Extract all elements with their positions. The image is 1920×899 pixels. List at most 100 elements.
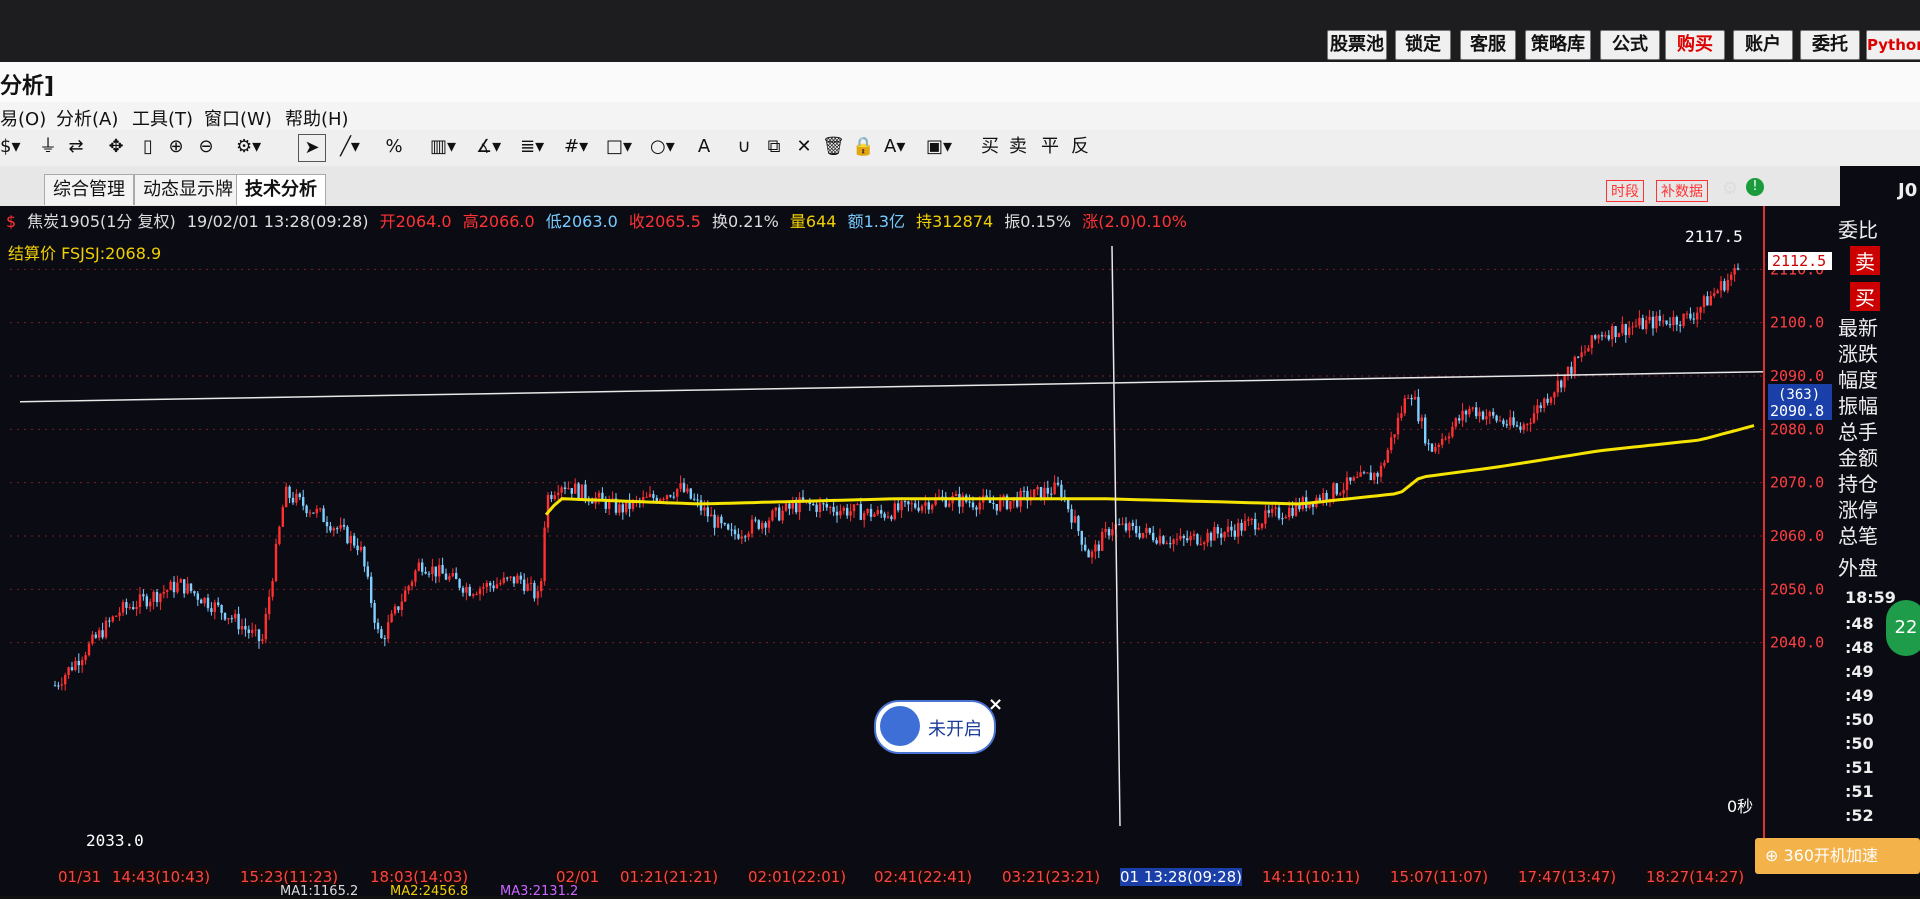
candle-body (213, 602, 216, 612)
support-button[interactable]: 客服 (1460, 30, 1516, 60)
tick-time: :50 (1845, 734, 1874, 753)
candle-body (1607, 335, 1610, 340)
cursor-icon[interactable]: ➤ (298, 134, 326, 162)
candle-body (523, 579, 526, 591)
rectangle-icon[interactable]: □▾ (606, 134, 632, 160)
zoom-out-icon[interactable]: ⊖ (196, 134, 216, 160)
candle-body (1430, 443, 1434, 452)
switch-icon[interactable]: ⇄ (66, 134, 86, 160)
filter-icon[interactable]: ⏚ (38, 134, 58, 160)
candle-body (920, 505, 924, 511)
y-tick-label: 2070.0 (1770, 474, 1824, 492)
candle-body (1617, 333, 1621, 337)
candle-body (380, 629, 383, 639)
trade-reverse-button[interactable]: 反 (1070, 134, 1090, 160)
candle-body (890, 516, 893, 520)
trade-buy-button[interactable]: 买 (980, 134, 1000, 160)
candle-body (342, 524, 346, 527)
trade-close-button[interactable]: 平 (1040, 134, 1060, 160)
gear-icon[interactable]: ⚙▾ (236, 134, 261, 160)
stock-pool-button[interactable]: 股票池 (1327, 30, 1387, 60)
circle-icon[interactable]: ○▾ (650, 134, 675, 160)
save-icon[interactable]: ▣▾ (926, 134, 952, 160)
grid-icon[interactable]: #▾ (564, 134, 588, 160)
menu-window[interactable]: 窗口(W) (204, 105, 272, 131)
ruler-icon[interactable]: ▥▾ (430, 134, 456, 160)
percent-tool-icon[interactable]: % (384, 134, 404, 160)
tab-technical-analysis[interactable]: 技术分析 (236, 174, 326, 205)
settings-icon[interactable]: ⚙ (1722, 178, 1738, 199)
percent-ball[interactable]: 22 (1886, 600, 1920, 656)
candle-body (883, 513, 886, 518)
magnet-icon[interactable]: ∪ (734, 134, 754, 160)
candle-body (1719, 281, 1723, 291)
candle-body (1543, 398, 1546, 408)
candle-body (1723, 281, 1726, 291)
tab-overview[interactable]: 综合管理 (44, 174, 134, 205)
candle-body (536, 591, 539, 599)
entrust-button[interactable]: 委托 (1800, 30, 1860, 60)
candle-body (1318, 497, 1321, 501)
trash-icon[interactable]: 🗑 (822, 134, 845, 160)
candle-body (489, 582, 492, 586)
time-period-button[interactable]: 时段 (1606, 180, 1644, 202)
buy-button[interactable]: 购买 (1665, 30, 1725, 60)
text-tool-icon[interactable]: A (694, 134, 714, 160)
boost-hint[interactable]: ⊕ 360开机加速 (1755, 838, 1920, 874)
candle-body (798, 497, 801, 513)
candlestick-chart[interactable]: 2110.02100.02090.02080.02070.02060.02050… (0, 206, 1840, 862)
candle-body (1369, 472, 1372, 481)
candle-body (584, 484, 587, 499)
menu-trade[interactable]: 易(O) (0, 105, 46, 131)
line-tool-icon[interactable]: ╱▾ (340, 134, 360, 160)
bar-icon[interactable]: ▯ (138, 134, 158, 160)
candle-body (1226, 526, 1230, 533)
tab-dynamic-board[interactable]: 动态显示牌 (134, 174, 242, 205)
candle-body (325, 521, 329, 527)
delete-icon[interactable]: ✕ (794, 134, 814, 160)
candle-body (540, 581, 543, 592)
candle-body (1216, 527, 1219, 534)
candle-body (383, 638, 386, 640)
copy-icon[interactable]: ⧉ (764, 134, 784, 160)
tick-time: :49 (1845, 662, 1874, 681)
python-button[interactable]: Python (1866, 30, 1920, 60)
menu-analysis[interactable]: 分析(A) (56, 105, 118, 131)
candle-body (1223, 532, 1226, 538)
candle-body (948, 503, 951, 507)
account-button[interactable]: 账户 (1733, 30, 1793, 60)
candle-body (706, 507, 709, 517)
candle-body (1158, 536, 1162, 544)
candle-body (1668, 324, 1672, 326)
info-icon[interactable]: ! (1746, 178, 1764, 196)
candle-body (1730, 274, 1733, 280)
candle-body (393, 606, 397, 614)
close-icon[interactable]: × (988, 694, 1003, 715)
angle-icon[interactable]: ∡▾ (476, 134, 501, 160)
candle-body (1189, 535, 1192, 541)
fill-data-button[interactable]: 补数据 (1656, 180, 1708, 202)
strategy-library-button[interactable]: 策略库 (1525, 30, 1591, 60)
dollar-icon[interactable]: $▾ (0, 134, 21, 160)
fib-icon[interactable]: ≣▾ (520, 134, 544, 160)
menu-help[interactable]: 帮助(H) (285, 105, 349, 131)
zoom-in-icon[interactable]: ⊕ (166, 134, 186, 160)
time-label: 01:21(21:21) (620, 868, 719, 886)
candle-body (1267, 510, 1270, 513)
candle-body (829, 506, 832, 508)
move-icon[interactable]: ✥ (106, 134, 126, 160)
assistant-popup[interactable]: 未开启 (874, 700, 996, 754)
color-icon[interactable]: A▾ (884, 134, 905, 160)
menu-tools[interactable]: 工具(T) (132, 105, 193, 131)
trade-sell-button[interactable]: 卖 (1008, 134, 1028, 160)
lock-icon[interactable]: 🔒 (852, 134, 874, 160)
candle-body (669, 495, 672, 497)
candle-body (693, 498, 696, 500)
candle-body (492, 585, 495, 589)
candle-body (1400, 413, 1403, 418)
candle-body (305, 505, 308, 514)
candle-body (271, 581, 274, 597)
formula-button[interactable]: 公式 (1600, 30, 1660, 60)
quote-label-latest: 最新 (1838, 316, 1878, 340)
lock-button[interactable]: 锁定 (1395, 30, 1451, 60)
